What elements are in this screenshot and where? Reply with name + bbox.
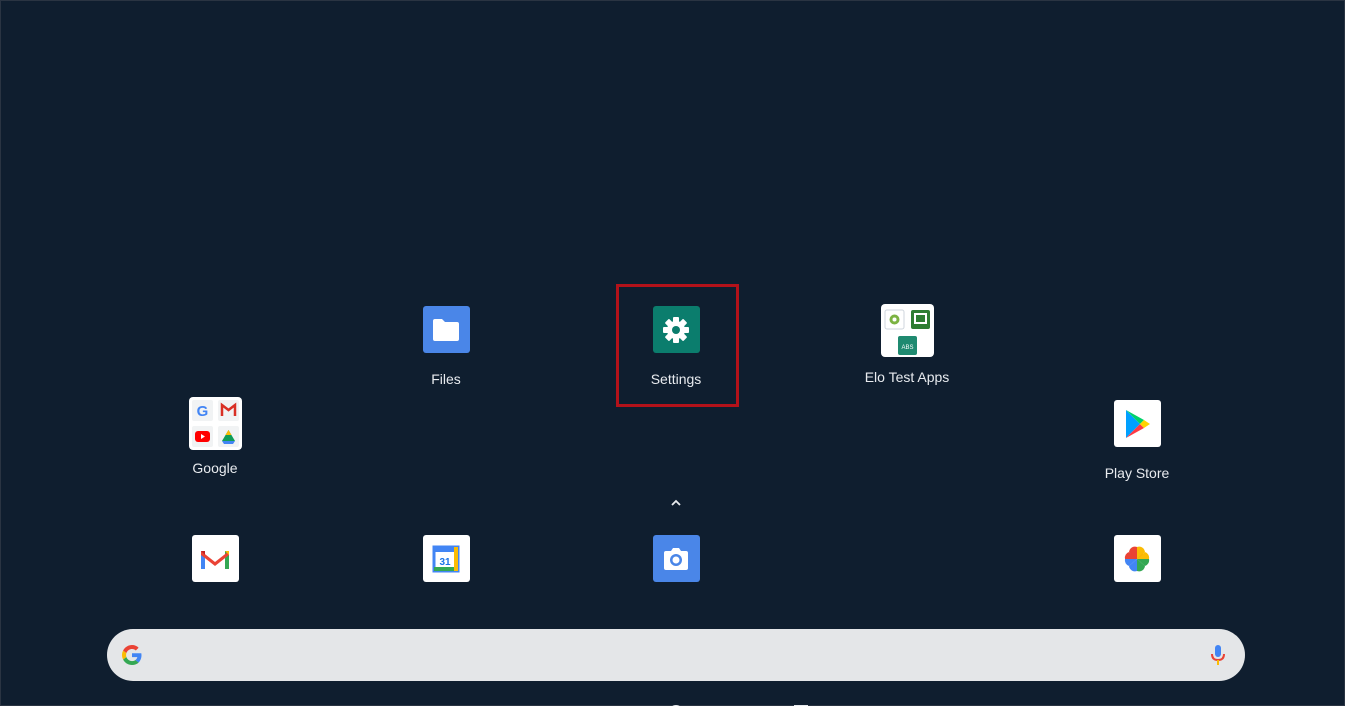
calendar-icon: 31 <box>422 535 470 582</box>
google-search-bar[interactable] <box>107 629 1245 681</box>
photos-pinwheel-icon <box>1113 535 1161 582</box>
elo-test-apps-folder-icon: ABS <box>880 304 934 357</box>
microphone-icon[interactable] <box>1209 642 1227 673</box>
dock-calendar[interactable]: 31 <box>376 535 516 582</box>
calendar-day: 31 <box>439 557 451 568</box>
home-screen: Files Settings ABS Elo Test Apps G Googl… <box>0 0 1345 706</box>
google-folder-icon: G <box>188 397 242 450</box>
gmail-icon <box>191 535 239 582</box>
app-elo-test-apps[interactable]: ABS Elo Test Apps <box>837 304 977 385</box>
app-google-folder[interactable]: G Google <box>145 397 285 476</box>
camera-icon <box>652 535 700 582</box>
app-files[interactable]: Files <box>376 306 516 387</box>
back-icon[interactable] <box>547 699 557 706</box>
recents-icon[interactable] <box>794 699 808 706</box>
home-icon[interactable] <box>669 699 683 706</box>
dock-camera[interactable] <box>606 535 746 582</box>
play-store-icon <box>1113 400 1161 447</box>
app-play-store[interactable]: Play Store <box>1067 400 1207 481</box>
svg-text:ABS: ABS <box>901 345 913 351</box>
app-label-files: Files <box>431 371 461 387</box>
dock-gmail[interactable] <box>145 535 285 582</box>
app-label-play-store: Play Store <box>1104 465 1170 481</box>
app-drawer-chevron-up-icon[interactable] <box>665 493 687 513</box>
svg-text:G: G <box>196 403 208 420</box>
dock-photos[interactable] <box>1067 535 1207 582</box>
app-label-google: Google <box>192 460 238 476</box>
files-icon <box>422 306 470 353</box>
app-label-elo-test-apps: Elo Test Apps <box>864 369 950 385</box>
navigation-bar <box>1 695 1345 706</box>
google-g-icon <box>119 642 145 673</box>
highlight-box <box>616 284 739 407</box>
